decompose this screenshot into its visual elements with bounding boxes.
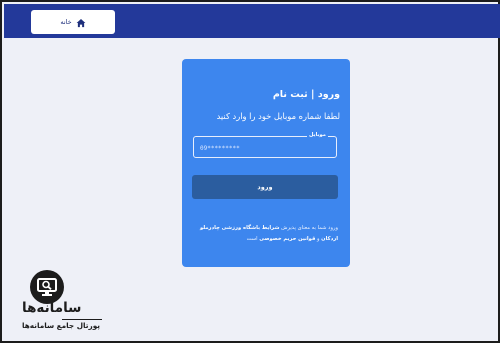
home-button-label: خانه	[60, 18, 72, 26]
login-card: ورود | ثبت نام لطفا شماره موبایل خود را …	[182, 59, 350, 267]
watermark-divider	[62, 319, 102, 320]
login-submit-button[interactable]: ورود	[192, 175, 338, 199]
home-icon	[76, 13, 86, 32]
watermark-name: سامانه‌ها	[22, 300, 82, 316]
page-frame: خانه ورود | ثبت نام لطفا شماره موبایل خو…	[0, 0, 500, 343]
terms-text-before: ورود شما به معنای پذیرش	[281, 225, 338, 231]
terms-text-after: است	[246, 236, 258, 242]
mobile-field-label: موبایل	[307, 131, 328, 139]
login-subtitle: لطفا شماره موبایل خود را وارد کنید	[216, 111, 340, 121]
mobile-field: موبایل	[193, 131, 337, 158]
terms-text-middle: و	[317, 236, 320, 242]
login-title: ورود | ثبت نام	[272, 89, 340, 100]
watermark-tagline: پورتال جامع سامانه‌ها	[22, 321, 101, 330]
mobile-input[interactable]	[198, 140, 334, 156]
home-button[interactable]: خانه	[31, 10, 115, 34]
terms-text: ورود شما به معنای پذیرش شرایط باشگاه ورز…	[192, 223, 338, 245]
top-navbar: خانه	[4, 4, 500, 38]
monitor-search-icon	[30, 270, 64, 304]
privacy-policy-link[interactable]: قوانین حریم خصوصی	[259, 236, 315, 242]
watermark-logo: سامانه‌ها پورتال جامع سامانه‌ها	[22, 264, 102, 336]
